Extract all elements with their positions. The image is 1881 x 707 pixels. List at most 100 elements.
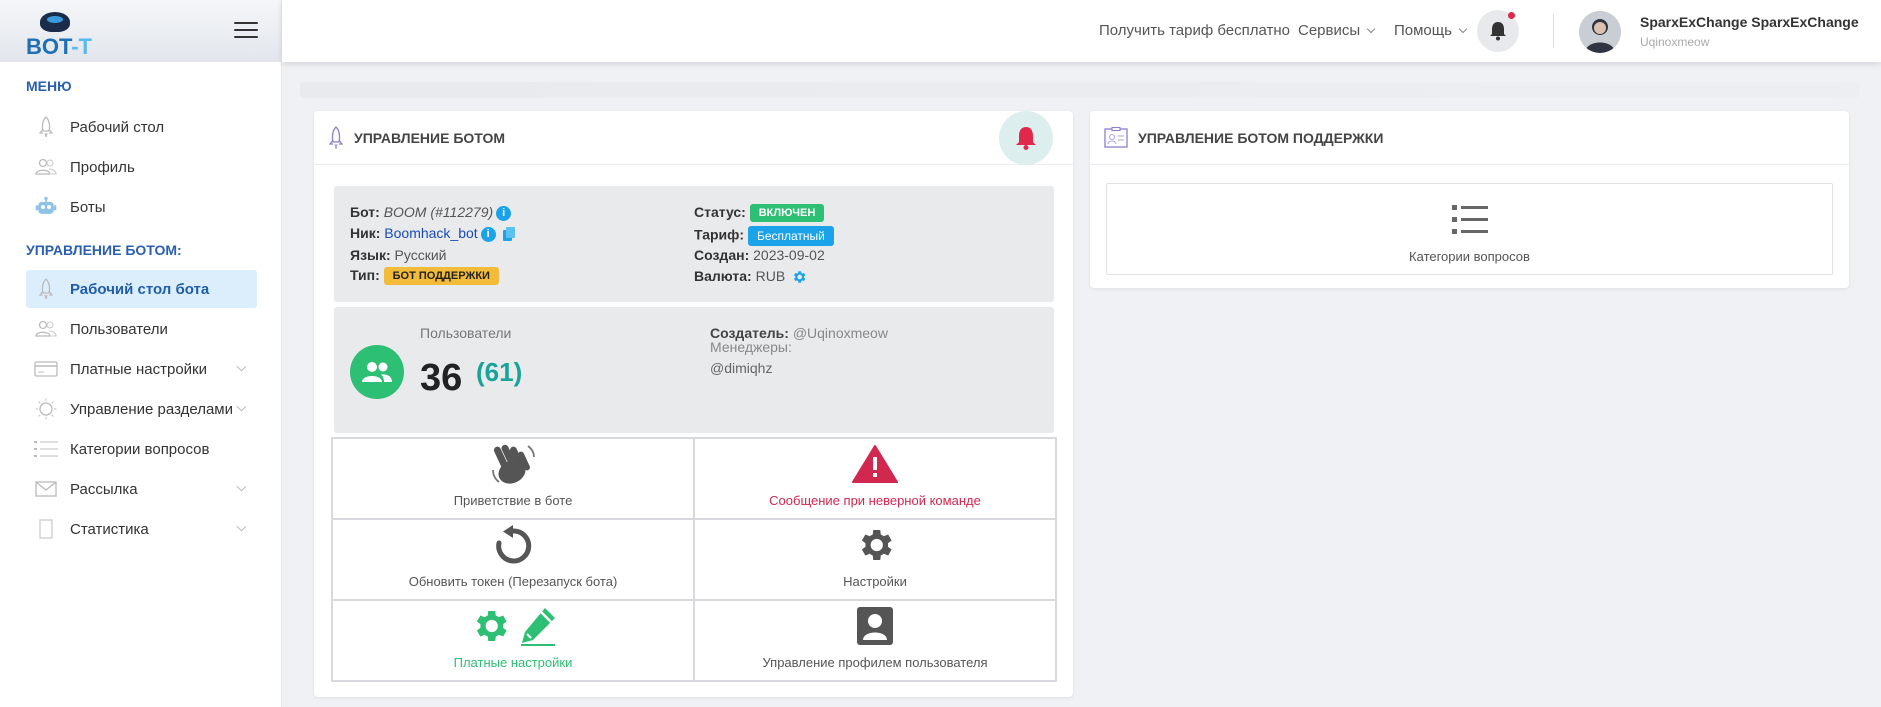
top-navbar: Получить тариф бесплатно Сервисы Помощь … [282, 0, 1881, 62]
chevron-down-icon[interactable] [236, 481, 247, 492]
bot-notifications-button[interactable] [999, 111, 1053, 165]
sidebar-item-label: Рабочий стол бота [70, 280, 210, 298]
logo-cap-icon [40, 12, 70, 32]
bot-type-row: Тип: БОТ ПОДДЕРЖКИ [350, 267, 499, 286]
chart-icon [34, 518, 58, 540]
hamburger-menu-icon[interactable] [234, 22, 258, 40]
card-header: УПРАВЛЕНИЕ БОТОМ ПОДДЕРЖКИ [1090, 111, 1849, 165]
placeholder-strip [300, 82, 1860, 98]
sidebar-item-label: Категории вопросов [70, 440, 210, 458]
managers-value[interactable]: @dimiqhz [710, 360, 772, 376]
bot-currency-value: RUB [755, 268, 786, 284]
user-name[interactable]: SparxExChange SparxExChange [1640, 14, 1859, 30]
card-title: УПРАВЛЕНИЕ БОТОМ [354, 129, 506, 146]
sidebar-item-label: Рабочий стол [70, 118, 165, 136]
bot-created-value: 2023-09-02 [753, 247, 825, 263]
rocket-icon [328, 125, 344, 149]
sidebar-item-question-categories[interactable]: Категории вопросов [26, 430, 257, 468]
help-dropdown[interactable]: Помощь [1394, 22, 1468, 39]
bot-created-row: Создан: 2023-09-02 [694, 247, 825, 263]
status-badge[interactable]: ВКЛЮЧЕН [749, 204, 825, 223]
users-count: 36 [420, 357, 463, 399]
question-categories-tile[interactable]: Категории вопросов [1106, 183, 1833, 275]
divider [1553, 14, 1554, 48]
bot-nick-link[interactable]: Boomhack_bot [384, 225, 477, 241]
sidebar-item-desktop[interactable]: Рабочий стол [26, 108, 257, 146]
users-total: (61) [476, 357, 523, 387]
card-header: УПРАВЛЕНИЕ БОТОМ [314, 111, 1073, 165]
card-icon [34, 358, 58, 380]
bot-tariff-row: Тариф: Бесплатный [694, 226, 834, 246]
wrong-command-tile[interactable]: Сообщение при неверной команде [694, 438, 1056, 519]
refresh-token-tile[interactable]: Обновить токен (Перезапуск бота) [332, 519, 694, 600]
notification-dot [1508, 12, 1515, 19]
copy-icon[interactable] [502, 226, 516, 242]
sidebar-item-profile[interactable]: Профиль [26, 148, 257, 186]
users-panel: Пользователи 36 (61) Создатель: @Uqinoxm… [334, 307, 1054, 433]
sidebar-section-bot-management: УПРАВЛЕНИЕ БОТОМ: [26, 242, 182, 258]
chevron-down-icon[interactable] [236, 521, 247, 532]
tile-label: Категории вопросов [1409, 249, 1530, 264]
bot-language-value: Русский [394, 247, 447, 263]
bot-language-row: Язык: Русский [350, 247, 447, 263]
bot-status-row: Статус: ВКЛЮЧЕН [694, 204, 825, 223]
list-icon [1451, 205, 1488, 234]
id-badge-icon [1104, 126, 1128, 148]
notifications-button[interactable] [1477, 10, 1519, 52]
info-icon[interactable]: i [496, 205, 512, 221]
sidebar-item-label: Рассылка [70, 480, 138, 498]
logo-text-accent: -T [71, 34, 92, 59]
tile-label: Приветствие в боте [453, 493, 573, 508]
user-handle: Uqinoxmeow [1640, 35, 1710, 49]
sun-icon [34, 398, 58, 420]
sidebar: BOT-T МЕНЮ Рабочий стол Профиль Боты УПР… [0, 0, 282, 707]
rocket-icon [34, 116, 58, 138]
sidebar-item-paid-settings[interactable]: Платные настройки [26, 350, 257, 388]
settings-tile[interactable]: Настройки [694, 519, 1056, 600]
tile-label: Сообщение при неверной команде [769, 493, 981, 508]
managers-label: Менеджеры: [710, 339, 792, 355]
logo-bar: BOT-T [0, 0, 281, 62]
gear-edit-icon [469, 603, 557, 649]
paid-settings-tile[interactable]: Платные настройки [332, 600, 694, 681]
bot-currency-row: Валюта: RUB [694, 268, 807, 285]
sidebar-item-bots[interactable]: Боты [26, 188, 257, 226]
welcome-tile[interactable]: Приветствие в боте [332, 438, 694, 519]
avatar[interactable] [1579, 11, 1621, 53]
chevron-down-icon [1366, 24, 1376, 34]
sidebar-item-sections[interactable]: Управление разделами [26, 390, 257, 428]
sidebar-item-label: Боты [70, 198, 106, 216]
tile-label: Платные настройки [453, 655, 573, 670]
user-profile-icon [856, 603, 894, 649]
bot-name-row: Бот: BOOM (#112279) i [350, 204, 512, 221]
brand-logo[interactable]: BOT-T [24, 10, 94, 59]
chevron-down-icon [1458, 24, 1468, 34]
services-dropdown[interactable]: Сервисы [1298, 22, 1376, 39]
info-icon[interactable]: i [480, 226, 496, 242]
users-group-icon [350, 345, 404, 399]
sidebar-item-label: Статистика [70, 520, 149, 538]
user-profile-tile[interactable]: Управление профилем пользователя [694, 600, 1056, 681]
chevron-down-icon[interactable] [236, 401, 247, 412]
bell-icon [1490, 22, 1506, 41]
tariff-badge[interactable]: Бесплатный [747, 226, 834, 246]
gear-icon [854, 522, 896, 568]
sidebar-item-label: Пользователи [70, 320, 168, 338]
logo-text-main: BOT [26, 34, 72, 59]
creator-value[interactable]: @Uqinoxmeow [793, 325, 888, 341]
robot-icon [34, 196, 58, 218]
bot-info-panel: Бот: BOOM (#112279) i Ник: Boomhack_bot i … [334, 186, 1054, 302]
bot-management-card: УПРАВЛЕНИЕ БОТОМ Бот: BOOM (#112279) i Ни… [314, 111, 1073, 697]
warning-icon [852, 441, 898, 487]
users-label: Пользователи [420, 325, 512, 341]
sidebar-item-users[interactable]: Пользователи [26, 310, 257, 348]
sidebar-item-statistics[interactable]: Статистика [26, 510, 257, 548]
gear-icon[interactable] [791, 269, 807, 285]
free-tariff-link[interactable]: Получить тариф бесплатно [1099, 22, 1290, 39]
sidebar-item-label: Профиль [70, 158, 135, 176]
bot-nick-row: Ник: Boomhack_bot i [350, 225, 516, 242]
chevron-down-icon[interactable] [236, 361, 247, 372]
sidebar-item-mailing[interactable]: Рассылка [26, 470, 257, 508]
sidebar-item-bot-desktop[interactable]: Рабочий стол бота [26, 270, 257, 308]
tile-label: Обновить токен (Перезапуск бота) [408, 574, 618, 589]
